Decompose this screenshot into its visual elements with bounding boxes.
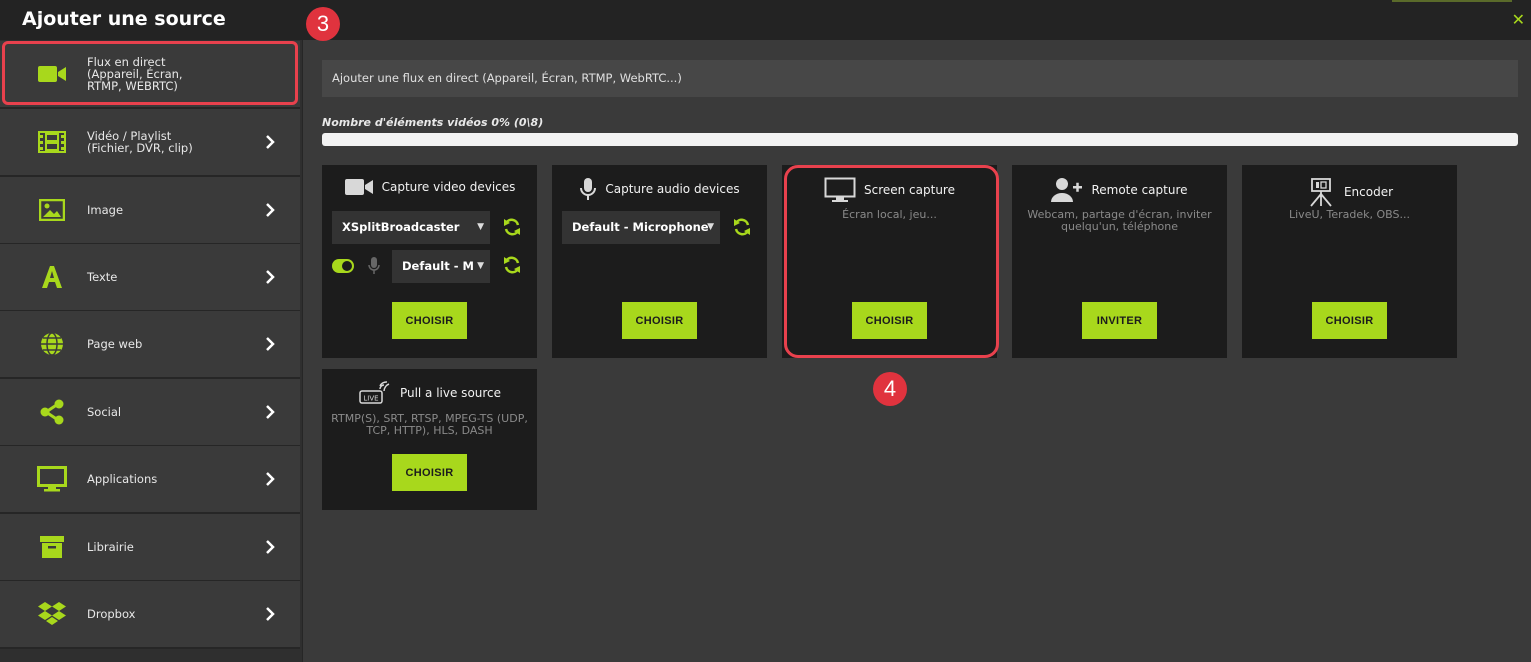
card-description: Webcam, partage d'écran, inviter quelqu'… <box>1027 208 1212 233</box>
close-icon[interactable]: ✕ <box>1512 10 1525 29</box>
choisir-pull-button[interactable]: CHOISIR <box>392 454 467 491</box>
dropbox-icon <box>36 598 68 630</box>
sidebar-item-label: Image <box>87 203 124 217</box>
dialog-header <box>0 0 1531 40</box>
sidebar-item-social[interactable]: Social <box>0 379 300 447</box>
highlight-selected-item <box>2 41 298 105</box>
share-icon <box>36 396 68 428</box>
video-camera-icon <box>344 179 373 195</box>
choisir-audio-button[interactable]: CHOISIR <box>622 302 697 339</box>
microphone-select[interactable]: Default - Microphone ▼ <box>562 211 720 244</box>
card-capture-video: Capture video devices XSplitBroadcaster ▼… <box>322 165 537 358</box>
sidebar-item-image[interactable]: Image <box>0 177 300 245</box>
sidebar-item-label: Applications <box>87 472 158 486</box>
dropdown-arrow-icon: ▼ <box>707 222 714 232</box>
sidebar-item-page-web[interactable]: Page web <box>0 311 300 379</box>
audio-toggle[interactable] <box>332 259 354 273</box>
audio-device-select[interactable]: Default - M ▼ <box>392 250 490 283</box>
video-count-progress <box>322 133 1518 146</box>
sidebar-item-label: Dropbox <box>87 607 136 621</box>
add-user-icon <box>1051 178 1083 202</box>
card-description: LiveU, Teradek, OBS... <box>1289 208 1410 221</box>
header-accent-line <box>1392 0 1512 2</box>
card-title: Pull a live source <box>399 386 502 400</box>
sidebar-item-texte[interactable]: Texte <box>0 244 300 312</box>
sidebar-item-label: Librairie <box>87 540 134 554</box>
video-device-select[interactable]: XSplitBroadcaster ▼ <box>332 211 490 244</box>
video-count-label: Nombre d'éléments vidéos 0% (0\8) <box>322 116 544 129</box>
sidebar-item-video-playlist[interactable]: Vidéo / Playlist (Fichier, DVR, clip) <box>0 109 300 177</box>
highlight-screen-capture <box>784 165 999 358</box>
dropdown-arrow-icon: ▼ <box>477 261 484 271</box>
choisir-video-button[interactable]: CHOISIR <box>392 302 467 339</box>
dialog-title: Ajouter une source <box>22 8 226 30</box>
card-remote-capture: Remote capture Webcam, partage d'écran, … <box>1012 165 1227 358</box>
chevron-right-icon <box>266 337 275 351</box>
film-icon <box>36 126 68 158</box>
dropdown-arrow-icon: ▼ <box>477 222 484 232</box>
card-title: Capture audio devices <box>605 182 740 196</box>
card-title: Remote capture <box>1091 183 1188 197</box>
sidebar-item-label: Vidéo / Playlist (Fichier, DVR, clip) <box>87 129 193 155</box>
refresh-icon[interactable] <box>502 217 522 237</box>
camera-tripod-icon <box>1310 178 1332 207</box>
archive-icon <box>36 531 68 563</box>
card-title: Encoder <box>1343 185 1394 199</box>
chevron-right-icon <box>266 540 275 554</box>
sidebar-item-label: Social <box>87 405 122 419</box>
card-encoder: Encoder LiveU, Teradek, OBS... CHOISIR <box>1242 165 1457 358</box>
sidebar-item-applications[interactable]: Applications <box>0 446 300 514</box>
svg-text:LIVE: LIVE <box>363 395 378 403</box>
chevron-right-icon <box>266 405 275 419</box>
step-badge-4: 4 <box>873 372 907 406</box>
sidebar-item-librairie[interactable]: Librairie <box>0 514 300 582</box>
globe-icon <box>36 328 68 360</box>
chevron-right-icon <box>266 203 275 217</box>
microphone-icon <box>580 178 597 200</box>
chevron-right-icon <box>266 472 275 486</box>
chevron-right-icon <box>266 135 275 149</box>
step-badge-3: 3 <box>306 7 340 41</box>
chevron-right-icon <box>266 270 275 284</box>
inviter-button[interactable]: INVITER <box>1082 302 1157 339</box>
card-pull-live-source: LIVE Pull a live source RTMP(S), SRT, RT… <box>322 369 537 510</box>
image-icon <box>36 194 68 226</box>
sidebar-item-label: Page web <box>87 337 143 351</box>
live-broadcast-icon: LIVE <box>359 381 390 404</box>
refresh-icon[interactable] <box>732 217 752 237</box>
choisir-encoder-button[interactable]: CHOISIR <box>1312 302 1387 339</box>
source-description: Ajouter une flux en direct (Appareil, Éc… <box>322 60 1518 97</box>
monitor-icon <box>36 463 68 495</box>
refresh-icon[interactable] <box>502 255 522 275</box>
microphone-icon <box>368 257 380 274</box>
sidebar-item-label: Texte <box>87 270 118 284</box>
text-icon <box>36 261 68 293</box>
card-description: RTMP(S), SRT, RTSP, MPEG-TS (UDP, TCP, H… <box>331 412 528 437</box>
chevron-right-icon <box>266 607 275 621</box>
card-capture-audio: Capture audio devices Default - Micropho… <box>552 165 767 358</box>
sidebar-item-dropbox[interactable]: Dropbox <box>0 581 300 649</box>
card-title: Capture video devices <box>381 180 516 194</box>
